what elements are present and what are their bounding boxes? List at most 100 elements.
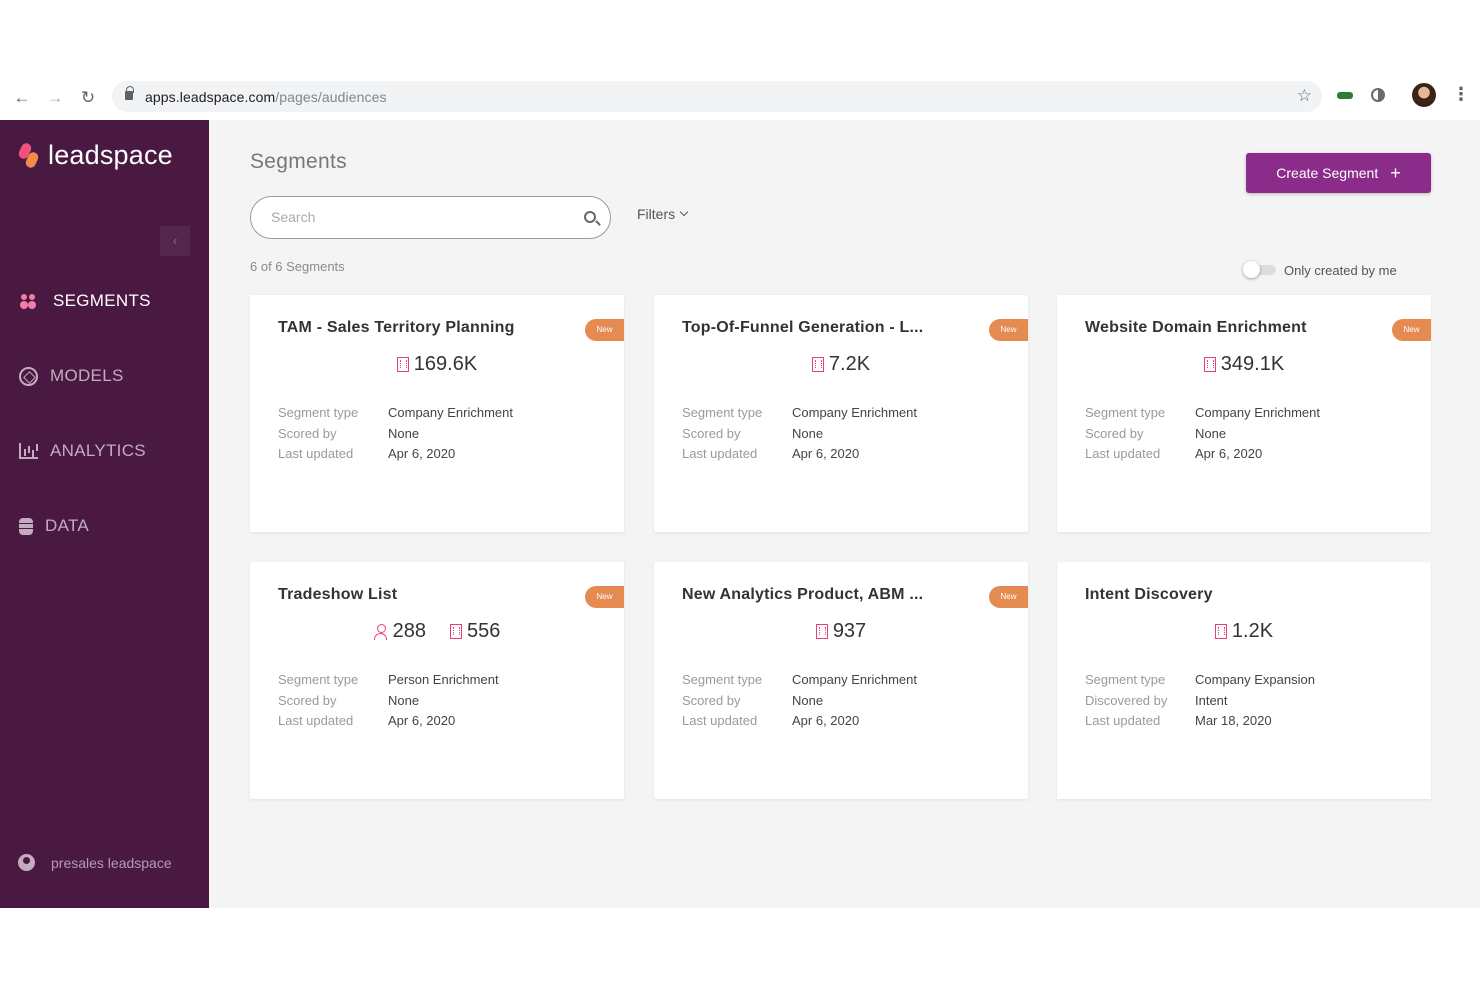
segment-metrics: 1.2K bbox=[1057, 620, 1431, 643]
meta-value: Mar 18, 2020 bbox=[1195, 713, 1272, 728]
metric-value: 288 bbox=[392, 620, 426, 642]
segment-metrics: 7.2K bbox=[654, 353, 1028, 376]
segment-card[interactable]: Top-Of-Funnel Generation - L... New 7.2K… bbox=[654, 295, 1028, 532]
chevron-down-icon bbox=[679, 207, 689, 217]
forward-arrow-icon[interactable]: → bbox=[43, 86, 67, 110]
sidebar-item-label: DATA bbox=[45, 516, 90, 535]
new-badge: New bbox=[585, 586, 624, 608]
create-segment-button[interactable]: Create Segment + bbox=[1246, 153, 1431, 193]
segment-card[interactable]: Intent Discovery 1.2K Segment type Compan… bbox=[1057, 562, 1431, 799]
segment-title: Top-Of-Funnel Generation - L... bbox=[682, 319, 924, 336]
meta-key: Discovered by bbox=[1085, 692, 1168, 708]
meta-key: Segment type bbox=[278, 672, 359, 687]
user-name: presales leadspace bbox=[51, 854, 172, 871]
filters-dropdown[interactable]: Filters bbox=[637, 206, 689, 222]
new-badge: New bbox=[585, 319, 624, 341]
segment-meta: Segment type Company Expansion Discovered… bbox=[1085, 670, 1315, 732]
search-box[interactable] bbox=[250, 196, 611, 239]
segment-metrics: 288 556 bbox=[250, 620, 624, 643]
sidebar: leadspace ‹ SEGMENTS MODELS ANALYTICS DA… bbox=[0, 120, 209, 908]
meta-key: Last updated bbox=[1085, 713, 1161, 728]
company-icon bbox=[450, 624, 462, 639]
person-count: 288 bbox=[373, 620, 426, 643]
meta-key: Last updated bbox=[278, 713, 354, 728]
address-bar[interactable]: apps.leadspace.com/pages/audiences ☆ bbox=[112, 81, 1322, 112]
meta-key: Segment type bbox=[682, 405, 763, 420]
user-menu[interactable]: presales leadspace bbox=[18, 854, 172, 871]
segment-card[interactable]: TAM - Sales Territory Planning New 169.6… bbox=[250, 295, 624, 532]
meta-value: Company Expansion bbox=[1195, 672, 1315, 687]
new-badge: New bbox=[989, 586, 1028, 608]
segment-card[interactable]: Website Domain Enrichment New 349.1K Seg… bbox=[1057, 295, 1431, 532]
browser-menu-icon[interactable]: ⋮ bbox=[1452, 84, 1470, 104]
company-icon bbox=[1203, 357, 1216, 372]
sidebar-item-data[interactable]: DATA bbox=[19, 516, 89, 536]
meta-key: Scored by bbox=[278, 425, 337, 441]
search-input[interactable] bbox=[271, 209, 571, 225]
leadspace-logo[interactable]: leadspace bbox=[17, 140, 173, 171]
sidebar-item-segments[interactable]: SEGMENTS bbox=[19, 291, 151, 311]
meta-key: Segment type bbox=[1085, 672, 1166, 687]
collapse-sidebar-button[interactable]: ‹ bbox=[160, 226, 190, 256]
segment-card[interactable]: Tradeshow List New 288 556 Segment type P… bbox=[250, 562, 624, 799]
meta-value: Company Enrichment bbox=[792, 405, 917, 420]
meta-key: Segment type bbox=[682, 672, 763, 687]
reload-icon[interactable]: ↻ bbox=[76, 86, 100, 110]
meta-value: None bbox=[388, 425, 420, 441]
meta-value: Company Enrichment bbox=[1195, 405, 1320, 420]
meta-value: Apr 6, 2020 bbox=[792, 446, 860, 461]
meta-value: Apr 6, 2020 bbox=[388, 446, 456, 461]
segment-title: Tradeshow List bbox=[278, 586, 398, 603]
meta-value: Apr 6, 2020 bbox=[1195, 446, 1263, 461]
profile-avatar[interactable] bbox=[1412, 83, 1436, 107]
meta-value: Company Enrichment bbox=[792, 672, 917, 687]
metric-value: 1.2K bbox=[1231, 620, 1274, 642]
segment-metrics: 937 bbox=[654, 620, 1028, 643]
meta-key: Segment type bbox=[278, 405, 359, 420]
company-count: 169.6K bbox=[396, 353, 477, 376]
company-icon bbox=[1214, 624, 1227, 639]
segment-meta: Segment type Company Enrichment Scored by… bbox=[1085, 403, 1320, 465]
logo-mark-icon bbox=[17, 141, 40, 171]
person-icon bbox=[373, 623, 388, 640]
metric-value: 7.2K bbox=[828, 353, 871, 375]
meta-key: Last updated bbox=[682, 713, 758, 728]
meta-value: Company Enrichment bbox=[388, 405, 513, 420]
company-icon bbox=[396, 357, 409, 372]
meta-key: Scored by bbox=[682, 692, 741, 708]
meta-key: Segment type bbox=[1085, 405, 1166, 420]
filters-label: Filters bbox=[637, 206, 676, 222]
meta-key: Last updated bbox=[278, 446, 354, 461]
segment-title: New Analytics Product, ABM ... bbox=[682, 586, 924, 603]
meta-value: None bbox=[792, 692, 824, 708]
extension-icon[interactable] bbox=[1337, 87, 1353, 103]
segment-card[interactable]: New Analytics Product, ABM ... New 937 S… bbox=[654, 562, 1028, 799]
meta-value: Apr 6, 2020 bbox=[792, 713, 860, 728]
extension-circle-icon[interactable] bbox=[1371, 88, 1385, 102]
cube-icon bbox=[19, 366, 38, 386]
back-arrow-icon[interactable]: ← bbox=[10, 86, 34, 110]
segment-title: Website Domain Enrichment bbox=[1085, 319, 1307, 336]
bar-chart-icon bbox=[19, 443, 38, 459]
meta-key: Scored by bbox=[682, 425, 741, 441]
bookmark-star-icon[interactable]: ☆ bbox=[1297, 86, 1312, 106]
company-count: 349.1K bbox=[1203, 353, 1285, 376]
plus-icon: + bbox=[1390, 163, 1401, 183]
sidebar-item-models[interactable]: MODELS bbox=[19, 366, 124, 386]
company-count: 1.2K bbox=[1214, 620, 1274, 643]
segment-meta: Segment type Company Enrichment Scored by… bbox=[682, 403, 917, 465]
metric-value: 349.1K bbox=[1220, 353, 1285, 375]
new-badge: New bbox=[1392, 319, 1431, 341]
metric-value: 556 bbox=[467, 620, 501, 642]
sidebar-item-analytics[interactable]: ANALYTICS bbox=[19, 441, 146, 461]
meta-value: Intent bbox=[1195, 692, 1228, 708]
meta-value: None bbox=[1195, 425, 1227, 441]
new-badge: New bbox=[989, 319, 1028, 341]
company-icon bbox=[811, 357, 824, 372]
segment-metrics: 349.1K bbox=[1057, 353, 1431, 376]
only-created-by-me-toggle[interactable] bbox=[1243, 261, 1276, 278]
search-icon[interactable] bbox=[584, 211, 596, 223]
page-title: Segments bbox=[250, 150, 347, 173]
segment-metrics: 169.6K bbox=[250, 353, 624, 376]
url-text: apps.leadspace.com/pages/audiences bbox=[145, 89, 387, 105]
